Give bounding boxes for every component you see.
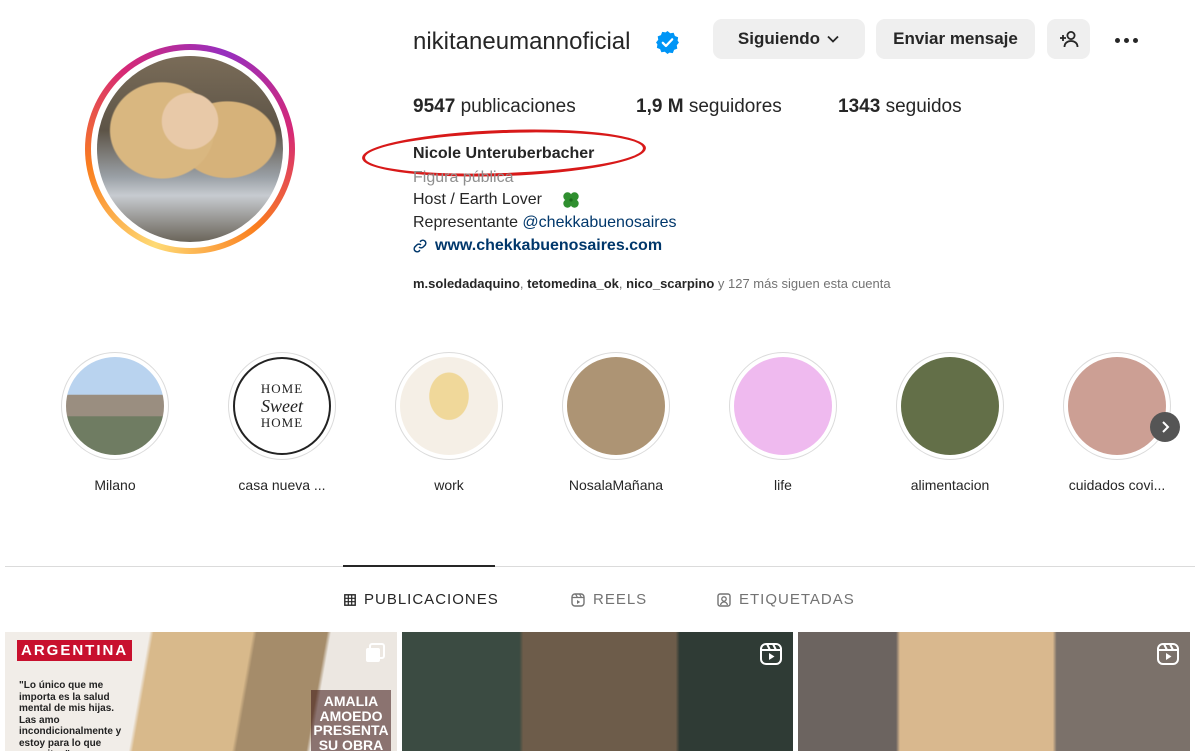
website-url: www.chekkabuenosaires.com bbox=[435, 237, 663, 254]
four-leaf-clover-icon bbox=[563, 192, 579, 208]
followed-by-user-2: tetomedina_ok bbox=[527, 276, 619, 291]
posts-count: 9547 bbox=[413, 96, 456, 117]
highlight-label: cuidados covi... bbox=[1068, 477, 1166, 493]
highlight-cover bbox=[734, 357, 832, 455]
tab-etiquetadas[interactable]: ETIQUETADAS bbox=[717, 591, 855, 608]
post-thumbnail[interactable]: ARGENTINA "Lo único que me importa es la… bbox=[5, 632, 397, 751]
send-message-label: Enviar mensaje bbox=[893, 29, 1018, 48]
highlight-label: casa nueva ... bbox=[238, 477, 326, 493]
highlight-casa-nueva[interactable]: HOME Sweet HOME bbox=[228, 352, 336, 460]
badge-line-3: HOME bbox=[260, 415, 304, 430]
tabs-divider bbox=[5, 566, 1195, 567]
highlight-nosalamanana[interactable] bbox=[562, 352, 670, 460]
carousel-icon bbox=[366, 643, 385, 662]
website-link[interactable]: www.chekkabuenosaires.com bbox=[413, 237, 662, 255]
followed-by-suffix: y 127 más siguen esta cuenta bbox=[714, 276, 891, 291]
highlight-cover bbox=[400, 357, 498, 455]
full-name: Nicole Unteruberbacher bbox=[413, 145, 595, 162]
cover-brand-text: ARGENTINA bbox=[17, 640, 133, 661]
highlights-next-button[interactable] bbox=[1150, 412, 1180, 442]
posts-label: publicaciones bbox=[460, 96, 576, 117]
highlight-cover bbox=[567, 357, 665, 455]
category-label: Figura pública bbox=[413, 169, 514, 186]
active-tab-indicator bbox=[343, 565, 495, 567]
tab-publicaciones[interactable]: PUBLICACIONES bbox=[344, 591, 499, 608]
bio-line-2: Representante @chekkabuenosaires bbox=[413, 214, 677, 232]
reels-icon bbox=[571, 592, 585, 607]
bio-mention-link[interactable]: @chekkabuenosaires bbox=[522, 214, 676, 231]
link-icon bbox=[413, 239, 427, 253]
grid-icon bbox=[344, 593, 356, 606]
bio-line-1: Host / Earth Lover bbox=[413, 191, 542, 208]
profile-avatar[interactable] bbox=[85, 44, 295, 254]
highlight-label: NosalaMañana bbox=[568, 477, 664, 493]
tab-label: ETIQUETADAS bbox=[739, 591, 855, 608]
following-button[interactable]: Siguiendo bbox=[713, 19, 865, 59]
highlight-label: life bbox=[774, 477, 792, 493]
highlight-life[interactable] bbox=[729, 352, 837, 460]
highlight-alimentacion[interactable] bbox=[896, 352, 1004, 460]
chevron-down-icon bbox=[827, 35, 839, 43]
post-thumbnail[interactable] bbox=[798, 632, 1190, 751]
highlight-milano[interactable] bbox=[61, 352, 169, 460]
following-button-label: Siguiendo bbox=[737, 29, 821, 48]
highlight-label: work bbox=[434, 477, 464, 493]
highlight-cuidados-covid[interactable] bbox=[1063, 352, 1171, 460]
followers-stat[interactable]: 1,9 M seguidores bbox=[636, 96, 782, 118]
home-sweet-home-badge: HOME Sweet HOME bbox=[233, 357, 331, 455]
badge-line-1: HOME bbox=[260, 381, 304, 396]
tab-label: PUBLICACIONES bbox=[364, 591, 499, 608]
bio-representative-label: Representante bbox=[413, 214, 518, 231]
reel-icon bbox=[760, 643, 782, 665]
more-options-icon[interactable] bbox=[1110, 28, 1142, 52]
followed-by-user-1: m.soledadaquino bbox=[413, 276, 520, 291]
cover-side-text: AMALIA AMOEDO PRESENTA SU OBRA bbox=[311, 690, 391, 751]
followers-label: seguidores bbox=[688, 96, 782, 117]
reel-icon bbox=[1157, 643, 1179, 665]
tab-reels[interactable]: REELS bbox=[571, 591, 647, 608]
send-message-button[interactable]: Enviar mensaje bbox=[876, 19, 1035, 59]
highlight-cover bbox=[901, 357, 999, 455]
followers-count: 1,9 M bbox=[636, 96, 684, 117]
add-user-icon bbox=[1059, 31, 1078, 48]
posts-stat: 9547 publicaciones bbox=[413, 96, 576, 118]
following-stat[interactable]: 1343 seguidos bbox=[838, 96, 962, 118]
badge-line-2: Sweet bbox=[261, 396, 303, 416]
cover-quote-text: "Lo único que me importa es la salud men… bbox=[19, 680, 122, 751]
highlight-label: alimentacion bbox=[910, 477, 990, 493]
highlight-label: Milano bbox=[94, 477, 136, 493]
tab-label: REELS bbox=[593, 591, 648, 608]
followed-by-text[interactable]: m.soledadaquino, tetomedina_ok, nico_sca… bbox=[413, 276, 891, 291]
highlight-cover bbox=[1068, 357, 1166, 455]
chevron-right-icon bbox=[1162, 421, 1170, 433]
verified-badge-icon bbox=[656, 31, 679, 54]
highlight-work[interactable] bbox=[395, 352, 503, 460]
following-count: 1343 bbox=[838, 96, 881, 117]
highlight-cover bbox=[66, 357, 164, 455]
following-label: seguidos bbox=[885, 96, 962, 117]
tagged-icon bbox=[717, 592, 731, 607]
suggest-users-button[interactable] bbox=[1047, 19, 1090, 59]
username: nikitaneumannoficial bbox=[413, 28, 631, 55]
post-thumbnail[interactable] bbox=[402, 632, 793, 751]
followed-by-user-3: nico_scarpino bbox=[626, 276, 715, 291]
avatar-photo bbox=[97, 56, 283, 242]
